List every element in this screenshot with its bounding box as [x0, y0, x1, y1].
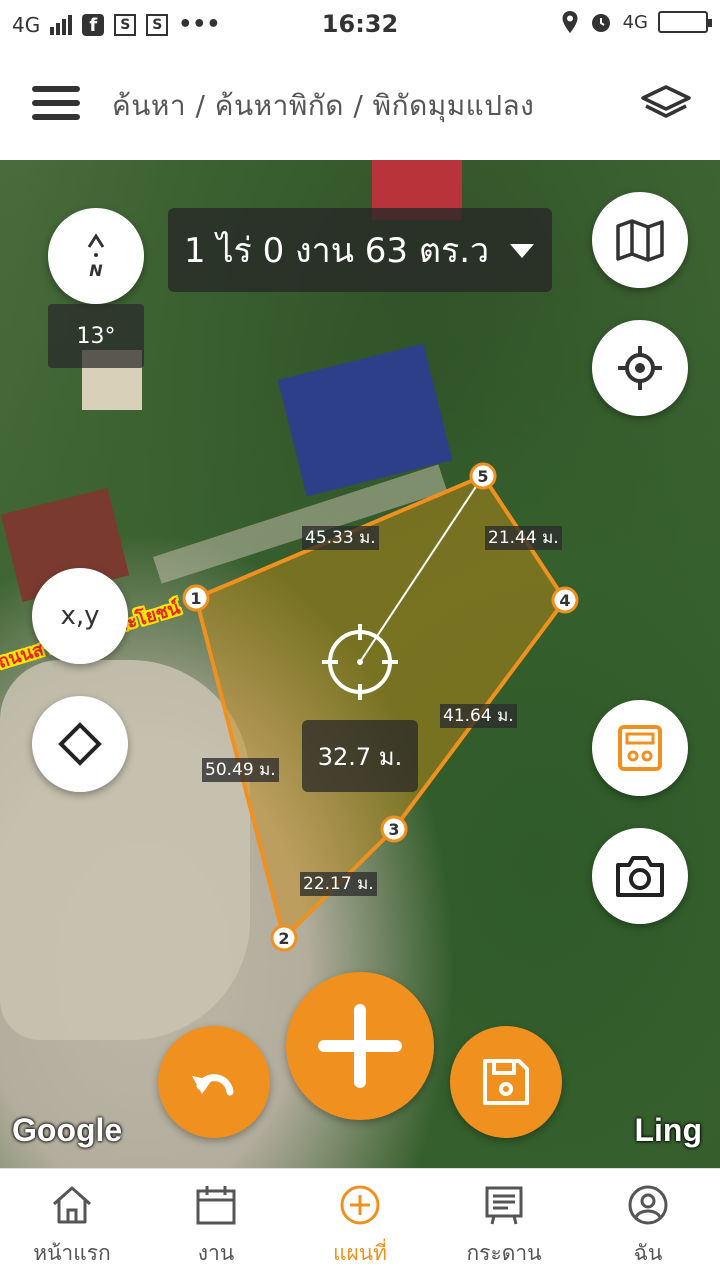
vertex-marker[interactable]: 3: [379, 814, 409, 844]
undo-button[interactable]: [158, 1026, 270, 1138]
layers-icon[interactable]: [640, 84, 692, 124]
segment-length-label: 50.49 ม.: [202, 758, 279, 782]
draw-shape-button[interactable]: [32, 696, 128, 792]
board-icon: [485, 1186, 523, 1225]
svg-text:5: 5: [477, 467, 488, 486]
svg-text:2: 2: [278, 929, 289, 948]
plus-icon: [318, 1004, 402, 1088]
nav-map[interactable]: แผนที่: [288, 1169, 432, 1280]
battery-icon: [658, 11, 712, 33]
location-icon: [562, 11, 578, 33]
map-type-button[interactable]: [592, 192, 688, 288]
svg-text:N: N: [89, 261, 103, 280]
compass-button[interactable]: N: [48, 208, 144, 304]
home-icon: [53, 1186, 91, 1224]
camera-icon: [616, 856, 664, 897]
nav-profile[interactable]: ฉัน: [576, 1169, 720, 1280]
profile-icon: [628, 1185, 668, 1225]
distance-chip: 32.7 ม.: [302, 720, 418, 792]
svg-text:3: 3: [388, 820, 399, 839]
measure-button[interactable]: [592, 700, 688, 796]
area-dropdown[interactable]: 1 ไร่ 0 งาน 63 ตร.ว: [168, 208, 552, 292]
plus-circle-icon: [340, 1185, 380, 1225]
vertex-marker[interactable]: 5: [468, 461, 498, 491]
segment-length-label: 22.17 ม.: [300, 872, 377, 896]
bottom-nav: หน้าแรก งาน แผนที่ กระดาน ฉัน: [0, 1168, 720, 1280]
google-watermark: Google: [12, 1112, 123, 1148]
nav-label: งาน: [197, 1241, 235, 1265]
save-icon: [483, 1059, 529, 1105]
segment-length-label: 41.64 ม.: [440, 704, 517, 728]
segment-length-label: 21.44 ม.: [485, 526, 562, 550]
nav-label: แผนที่: [332, 1241, 388, 1265]
nav-label: ฉัน: [633, 1241, 663, 1265]
network-right-label: 4G: [622, 11, 648, 33]
my-location-button[interactable]: [592, 320, 688, 416]
segment-length-label: 45.33 ม.: [302, 526, 379, 550]
xy-label: x,y: [60, 601, 100, 631]
save-button[interactable]: [450, 1026, 562, 1138]
device-icon: [618, 725, 662, 771]
diamond-icon: [58, 722, 102, 766]
nav-label: หน้าแรก: [33, 1241, 111, 1265]
compass-icon: N: [87, 233, 105, 280]
satellite-map[interactable]: 1 2 3 4 5 45.33 ม. 21.44 ม. 41.64 ม. 50.…: [0, 160, 720, 1168]
add-point-button[interactable]: [286, 972, 434, 1120]
map-icon: [616, 219, 664, 262]
status-right: 4G: [561, 10, 712, 34]
vertex-marker[interactable]: 2: [269, 923, 299, 953]
app-header: ค้นหา / ค้นหาพิกัด / พิกัดมุมแปลง: [0, 50, 720, 160]
ling-watermark: Ling: [634, 1112, 702, 1148]
vertex-marker[interactable]: 1: [181, 583, 211, 613]
svg-text:1: 1: [190, 589, 201, 608]
breadcrumb: ค้นหา / ค้นหาพิกัด / พิกัดมุมแปลง: [112, 89, 535, 122]
nav-label: กระดาน: [466, 1241, 542, 1265]
bearing-label: 13°: [48, 304, 144, 368]
svg-text:4: 4: [559, 591, 570, 610]
status-bar: 4G f S S ••• 16:32 4G: [0, 0, 720, 50]
undo-icon: [192, 1074, 234, 1096]
nav-jobs[interactable]: งาน: [144, 1169, 288, 1280]
alarm-icon: [591, 14, 610, 32]
chevron-down-icon: [510, 244, 534, 258]
nav-board[interactable]: กระดาน: [432, 1169, 576, 1280]
hamburger-icon[interactable]: [32, 86, 80, 122]
calendar-icon: [196, 1186, 236, 1225]
camera-button[interactable]: [592, 828, 688, 924]
crosshair-icon: [322, 624, 398, 700]
xy-button[interactable]: x,y: [32, 568, 128, 664]
nav-home[interactable]: หน้าแรก: [0, 1169, 144, 1280]
area-text: 1 ไร่ 0 งาน 63 ตร.ว: [184, 231, 490, 271]
vertex-marker[interactable]: 4: [550, 585, 580, 615]
target-icon: [618, 346, 662, 390]
